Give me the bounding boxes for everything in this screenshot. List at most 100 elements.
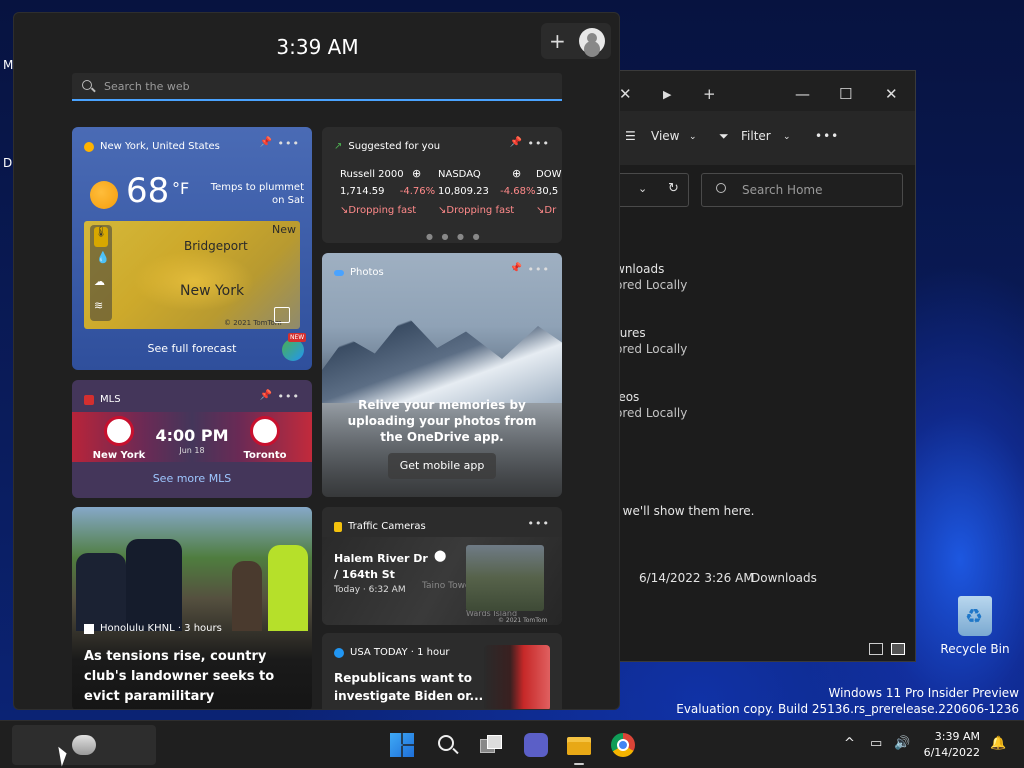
location-pin-icon: ⬤ — [434, 549, 447, 562]
list-item[interactable]: wnloads — [615, 262, 664, 276]
tiles-view-icon[interactable] — [891, 643, 905, 655]
more-options-icon[interactable]: ••• — [278, 390, 300, 403]
filter-button[interactable]: Filter — [741, 129, 771, 143]
add-widget-button[interactable]: + — [549, 29, 566, 53]
new-badge: NEW — [288, 333, 307, 342]
network-icon[interactable]: ▭ — [870, 736, 882, 751]
pin-icon[interactable]: 📌 — [260, 390, 272, 401]
stock-value: 1,714.59 — [340, 186, 385, 197]
new-badge-icon[interactable] — [282, 339, 304, 361]
minimize-icon[interactable]: — — [795, 85, 810, 103]
search-icon — [82, 80, 92, 90]
usatoday-card[interactable]: USA TODAY · 1 hour Republicans want to i… — [322, 633, 562, 709]
map-city-label: New York — [180, 283, 245, 299]
widgets-panel: 3:39 AM + Search the web New York, Unite… — [13, 12, 620, 710]
search-icon[interactable] — [436, 733, 460, 757]
details-view-icon[interactable] — [869, 643, 883, 655]
weather-map[interactable]: 🌡 💧 ☁ ≋ Bridgeport New York New © 2021 T… — [84, 221, 300, 329]
map-credit: © 2021 TomTom — [498, 617, 548, 624]
see-more-mls-link[interactable]: See more MLS — [72, 472, 312, 485]
news-source-label: USA TODAY · 1 hour — [350, 647, 450, 658]
close-tab-icon[interactable]: ✕ — [619, 85, 632, 103]
stock-item[interactable]: DOW 30,5 ↘Dr — [536, 169, 561, 216]
task-view-icon[interactable] — [480, 733, 504, 757]
more-options-icon[interactable]: ••• — [278, 137, 300, 150]
stock-item[interactable]: NASDAQ ⊕ 10,809.23 -4.68% ↘Dropping fast — [438, 167, 535, 216]
pin-icon[interactable]: 📌 — [260, 137, 272, 148]
widgets-button[interactable] — [12, 725, 156, 765]
stock-trend: Dropping fast — [348, 205, 417, 216]
traffic-card[interactable]: Taino Towers Wards Island © 2021 TomTom … — [322, 507, 562, 625]
recent-date: 6/14/2022 3:26 AM — [639, 571, 754, 585]
new-tab-button[interactable]: + — [703, 85, 716, 103]
close-icon[interactable]: ✕ — [885, 85, 898, 103]
item-status: ored Locally — [615, 406, 688, 420]
new-york-red-bulls-logo-icon[interactable] — [104, 416, 134, 446]
file-explorer-window: ✕ ▶ + — ☐ ✕ ☰ View ⌄ ⏷ Filter ⌄ ••• ⌄ ↻ … — [604, 70, 916, 662]
chevron-down-icon[interactable]: ⌄ — [638, 182, 647, 195]
weather-location: New York, United States — [100, 141, 220, 152]
carousel-dots[interactable]: ● ● ● ● — [426, 232, 483, 241]
photos-message: Relive your memories by uploading your p… — [347, 398, 537, 444]
traffic-title: Traffic Cameras — [348, 521, 426, 532]
more-options-icon[interactable]: ••• — [528, 137, 550, 150]
get-mobile-app-button[interactable]: Get mobile app — [388, 453, 496, 479]
volume-icon[interactable]: 🔊 — [894, 736, 910, 751]
more-options-icon[interactable]: ••• — [528, 263, 550, 276]
toronto-fc-logo-icon[interactable] — [250, 416, 280, 446]
address-bar[interactable]: ⌄ ↻ — [611, 173, 689, 207]
stock-change: -4.76% — [399, 186, 436, 197]
camera-snapshot[interactable] — [466, 545, 544, 611]
play-icon[interactable]: ▶ — [663, 88, 671, 101]
empty-message: , we'll show them here. — [615, 504, 755, 518]
temperature-unit[interactable]: °F — [172, 179, 189, 198]
chrome-icon[interactable] — [611, 733, 635, 757]
maximize-icon[interactable]: ☐ — [839, 85, 852, 103]
mls-card[interactable]: MLS 📌 ••• New York Toronto 4:00 PM Jun 1… — [72, 380, 312, 498]
recycle-bin-icon — [958, 596, 992, 636]
pin-icon[interactable]: 📌 — [510, 137, 522, 148]
expand-icon[interactable] — [274, 307, 290, 323]
news-headline[interactable]: Republicans want to investigate Biden or… — [334, 669, 484, 705]
sun-icon — [90, 181, 118, 209]
precipitation-icon[interactable]: 💧 — [96, 251, 110, 264]
notifications-icon[interactable]: 🔔 — [990, 736, 1006, 751]
start-icon[interactable] — [390, 733, 414, 757]
view-button[interactable]: View — [651, 129, 679, 143]
see-full-forecast-link[interactable]: See full forecast — [72, 342, 312, 355]
desktop-icon-label: D — [3, 156, 13, 170]
avatar[interactable] — [579, 28, 605, 54]
news-source-label: Honolulu KHNL · 3 hours — [100, 623, 222, 634]
photo-image — [322, 315, 562, 403]
pin-icon[interactable]: 📌 — [510, 263, 522, 274]
refresh-icon[interactable]: ↻ — [668, 181, 679, 196]
cloud-icon[interactable]: ☁ — [94, 275, 105, 288]
taskbar-clock[interactable]: 3:39 AM 6/14/2022 — [924, 729, 980, 761]
add-stock-icon[interactable]: ⊕ — [512, 167, 521, 180]
stocks-card[interactable]: ↗ Suggested for you 📌 ••• Russell 2000 ⊕ … — [322, 127, 562, 243]
person-figure — [232, 561, 262, 631]
recycle-bin[interactable]: Recycle Bin — [940, 596, 1010, 656]
photos-card[interactable]: Photos 📌 ••• Relive your memories by upl… — [322, 253, 562, 497]
filter-icon: ⏷ — [719, 129, 729, 143]
web-search-input[interactable]: Search the web — [72, 73, 562, 101]
news-headline[interactable]: As tensions rise, country club's landown… — [84, 647, 300, 709]
weather-card[interactable]: New York, United States 📌 ••• 68 °F Temp… — [72, 127, 312, 370]
recent-location[interactable]: Downloads — [751, 571, 817, 585]
mls-logo-icon — [84, 394, 94, 405]
more-options-button[interactable]: ••• — [815, 129, 839, 143]
stock-item[interactable]: Russell 2000 ⊕ 1,714.59 -4.76% ↘Dropping … — [340, 167, 436, 216]
temperature-icon[interactable]: 🌡 — [94, 227, 108, 247]
usa-today-logo-icon — [334, 647, 344, 658]
more-options-icon[interactable]: ••• — [528, 517, 550, 530]
photos-title: Photos — [350, 267, 384, 278]
file-explorer-icon[interactable] — [567, 733, 591, 757]
stock-trend: Dr — [544, 205, 557, 216]
news-card[interactable]: Honolulu KHNL · 3 hours As tensions rise… — [72, 507, 312, 709]
wind-icon[interactable]: ≋ — [94, 299, 103, 312]
teams-chat-icon[interactable] — [524, 733, 548, 757]
chevron-up-icon[interactable]: ^ — [844, 736, 855, 751]
add-stock-icon[interactable]: ⊕ — [412, 167, 421, 180]
item-status: ored Locally — [615, 278, 688, 292]
search-input[interactable]: Search Home — [701, 173, 903, 207]
